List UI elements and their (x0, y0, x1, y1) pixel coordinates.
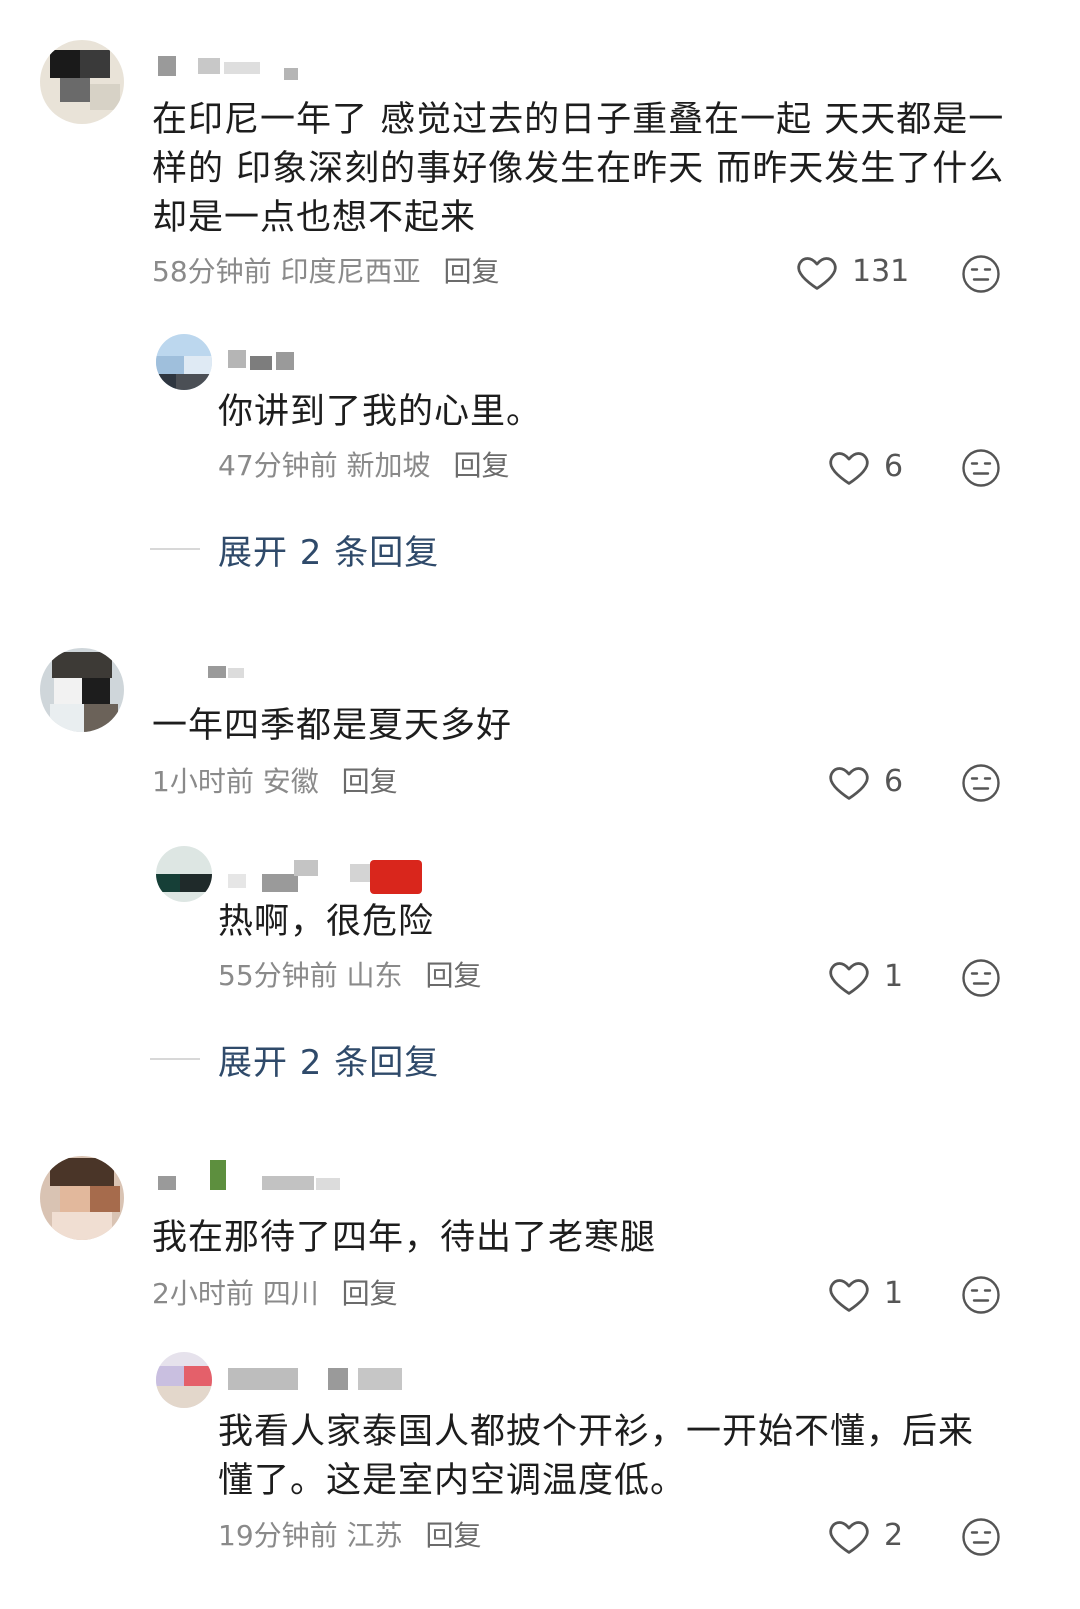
dislike-face-icon[interactable] (961, 448, 1001, 488)
like-button[interactable]: 1 (828, 955, 903, 999)
heart-icon (829, 1279, 869, 1312)
reply-meta: 55分钟前 山东 回复 (218, 958, 481, 994)
heart-icon (829, 962, 869, 995)
reply-text: 热啊，很危险 (218, 902, 435, 942)
like-button[interactable]: 131 (796, 250, 909, 294)
heart-icon (829, 767, 869, 800)
username-masked[interactable] (158, 56, 308, 80)
reply-text: 你讲到了我的心里。 (218, 392, 543, 432)
reply-time: 19分钟前 (218, 1519, 338, 1552)
avatar[interactable] (40, 1156, 124, 1240)
comment-location: 四川 (262, 1277, 319, 1310)
reply-text: 我看人家泰国人都披个开衫，一开始不懂，后来懂了。这是室内空调温度低。 (218, 1412, 975, 1501)
dislike-face-icon[interactable] (961, 254, 1001, 294)
avatar[interactable] (156, 334, 212, 390)
reply-location: 江苏 (346, 1519, 403, 1552)
reply-button[interactable]: 回复 (425, 959, 481, 992)
heart-icon (829, 1521, 869, 1554)
like-count: 131 (852, 254, 910, 289)
like-button[interactable]: 2 (828, 1514, 903, 1558)
comment-text: 我在那待了四年，待出了老寒腿 (152, 1218, 657, 1258)
reply-meta: 47分钟前 新加坡 回复 (218, 448, 509, 484)
username-masked[interactable] (228, 1366, 408, 1390)
comment-meta: 58分钟前 印度尼西亚 回复 (152, 254, 499, 290)
reply-button[interactable]: 回复 (453, 449, 509, 482)
expand-replies-button[interactable]: 展开 2 条回复 (150, 1037, 440, 1083)
avatar[interactable] (156, 1352, 212, 1408)
comment-meta: 1小时前 安徽 回复 (152, 764, 398, 800)
heart-icon (829, 452, 869, 485)
username-masked[interactable] (208, 664, 258, 688)
comment-location: 安徽 (262, 765, 319, 798)
expand-replies-button[interactable]: 展开 2 条回复 (150, 527, 440, 573)
reply-location: 新加坡 (346, 449, 431, 482)
username-masked[interactable] (228, 860, 428, 894)
comment-time: 2小时前 (152, 1277, 254, 1310)
reply-button[interactable]: 回复 (342, 1277, 398, 1310)
divider (150, 548, 200, 550)
comment-time: 58分钟前 (152, 255, 272, 288)
expand-replies-label: 展开 2 条回复 (218, 1042, 440, 1083)
avatar[interactable] (40, 648, 124, 732)
avatar[interactable] (156, 846, 212, 902)
username-masked[interactable] (158, 1160, 358, 1190)
username-masked[interactable] (228, 350, 308, 374)
avatar[interactable] (40, 40, 124, 124)
expand-replies-label: 展开 2 条回复 (218, 532, 440, 573)
like-button[interactable]: 6 (828, 760, 903, 804)
reply-button[interactable]: 回复 (342, 765, 398, 798)
comment-text: 一年四季都是夏天多好 (152, 706, 513, 746)
comment-location: 印度尼西亚 (280, 255, 421, 288)
reply-time: 55分钟前 (218, 959, 338, 992)
like-count: 2 (884, 1518, 904, 1553)
comment-time: 1小时前 (152, 765, 254, 798)
reply-meta: 19分钟前 江苏 回复 (218, 1518, 481, 1554)
reply-time: 47分钟前 (218, 449, 338, 482)
like-count: 1 (884, 959, 904, 994)
dislike-face-icon[interactable] (961, 1275, 1001, 1315)
heart-icon (797, 257, 837, 290)
comment-meta: 2小时前 四川 回复 (152, 1276, 398, 1312)
divider (150, 1058, 200, 1060)
dislike-face-icon[interactable] (961, 1517, 1001, 1557)
reply-button[interactable]: 回复 (443, 255, 499, 288)
dislike-face-icon[interactable] (961, 763, 1001, 803)
reply-location: 山东 (346, 959, 403, 992)
like-button[interactable]: 6 (828, 445, 903, 489)
like-button[interactable]: 1 (828, 1272, 903, 1316)
like-count: 1 (884, 1276, 904, 1311)
reply-button[interactable]: 回复 (425, 1519, 481, 1552)
like-count: 6 (884, 764, 904, 799)
comment-text: 在印尼一年了 感觉过去的日子重叠在一起 天天都是一样的 印象深刻的事好像发生在昨… (152, 100, 1005, 238)
like-count: 6 (884, 449, 904, 484)
dislike-face-icon[interactable] (961, 958, 1001, 998)
